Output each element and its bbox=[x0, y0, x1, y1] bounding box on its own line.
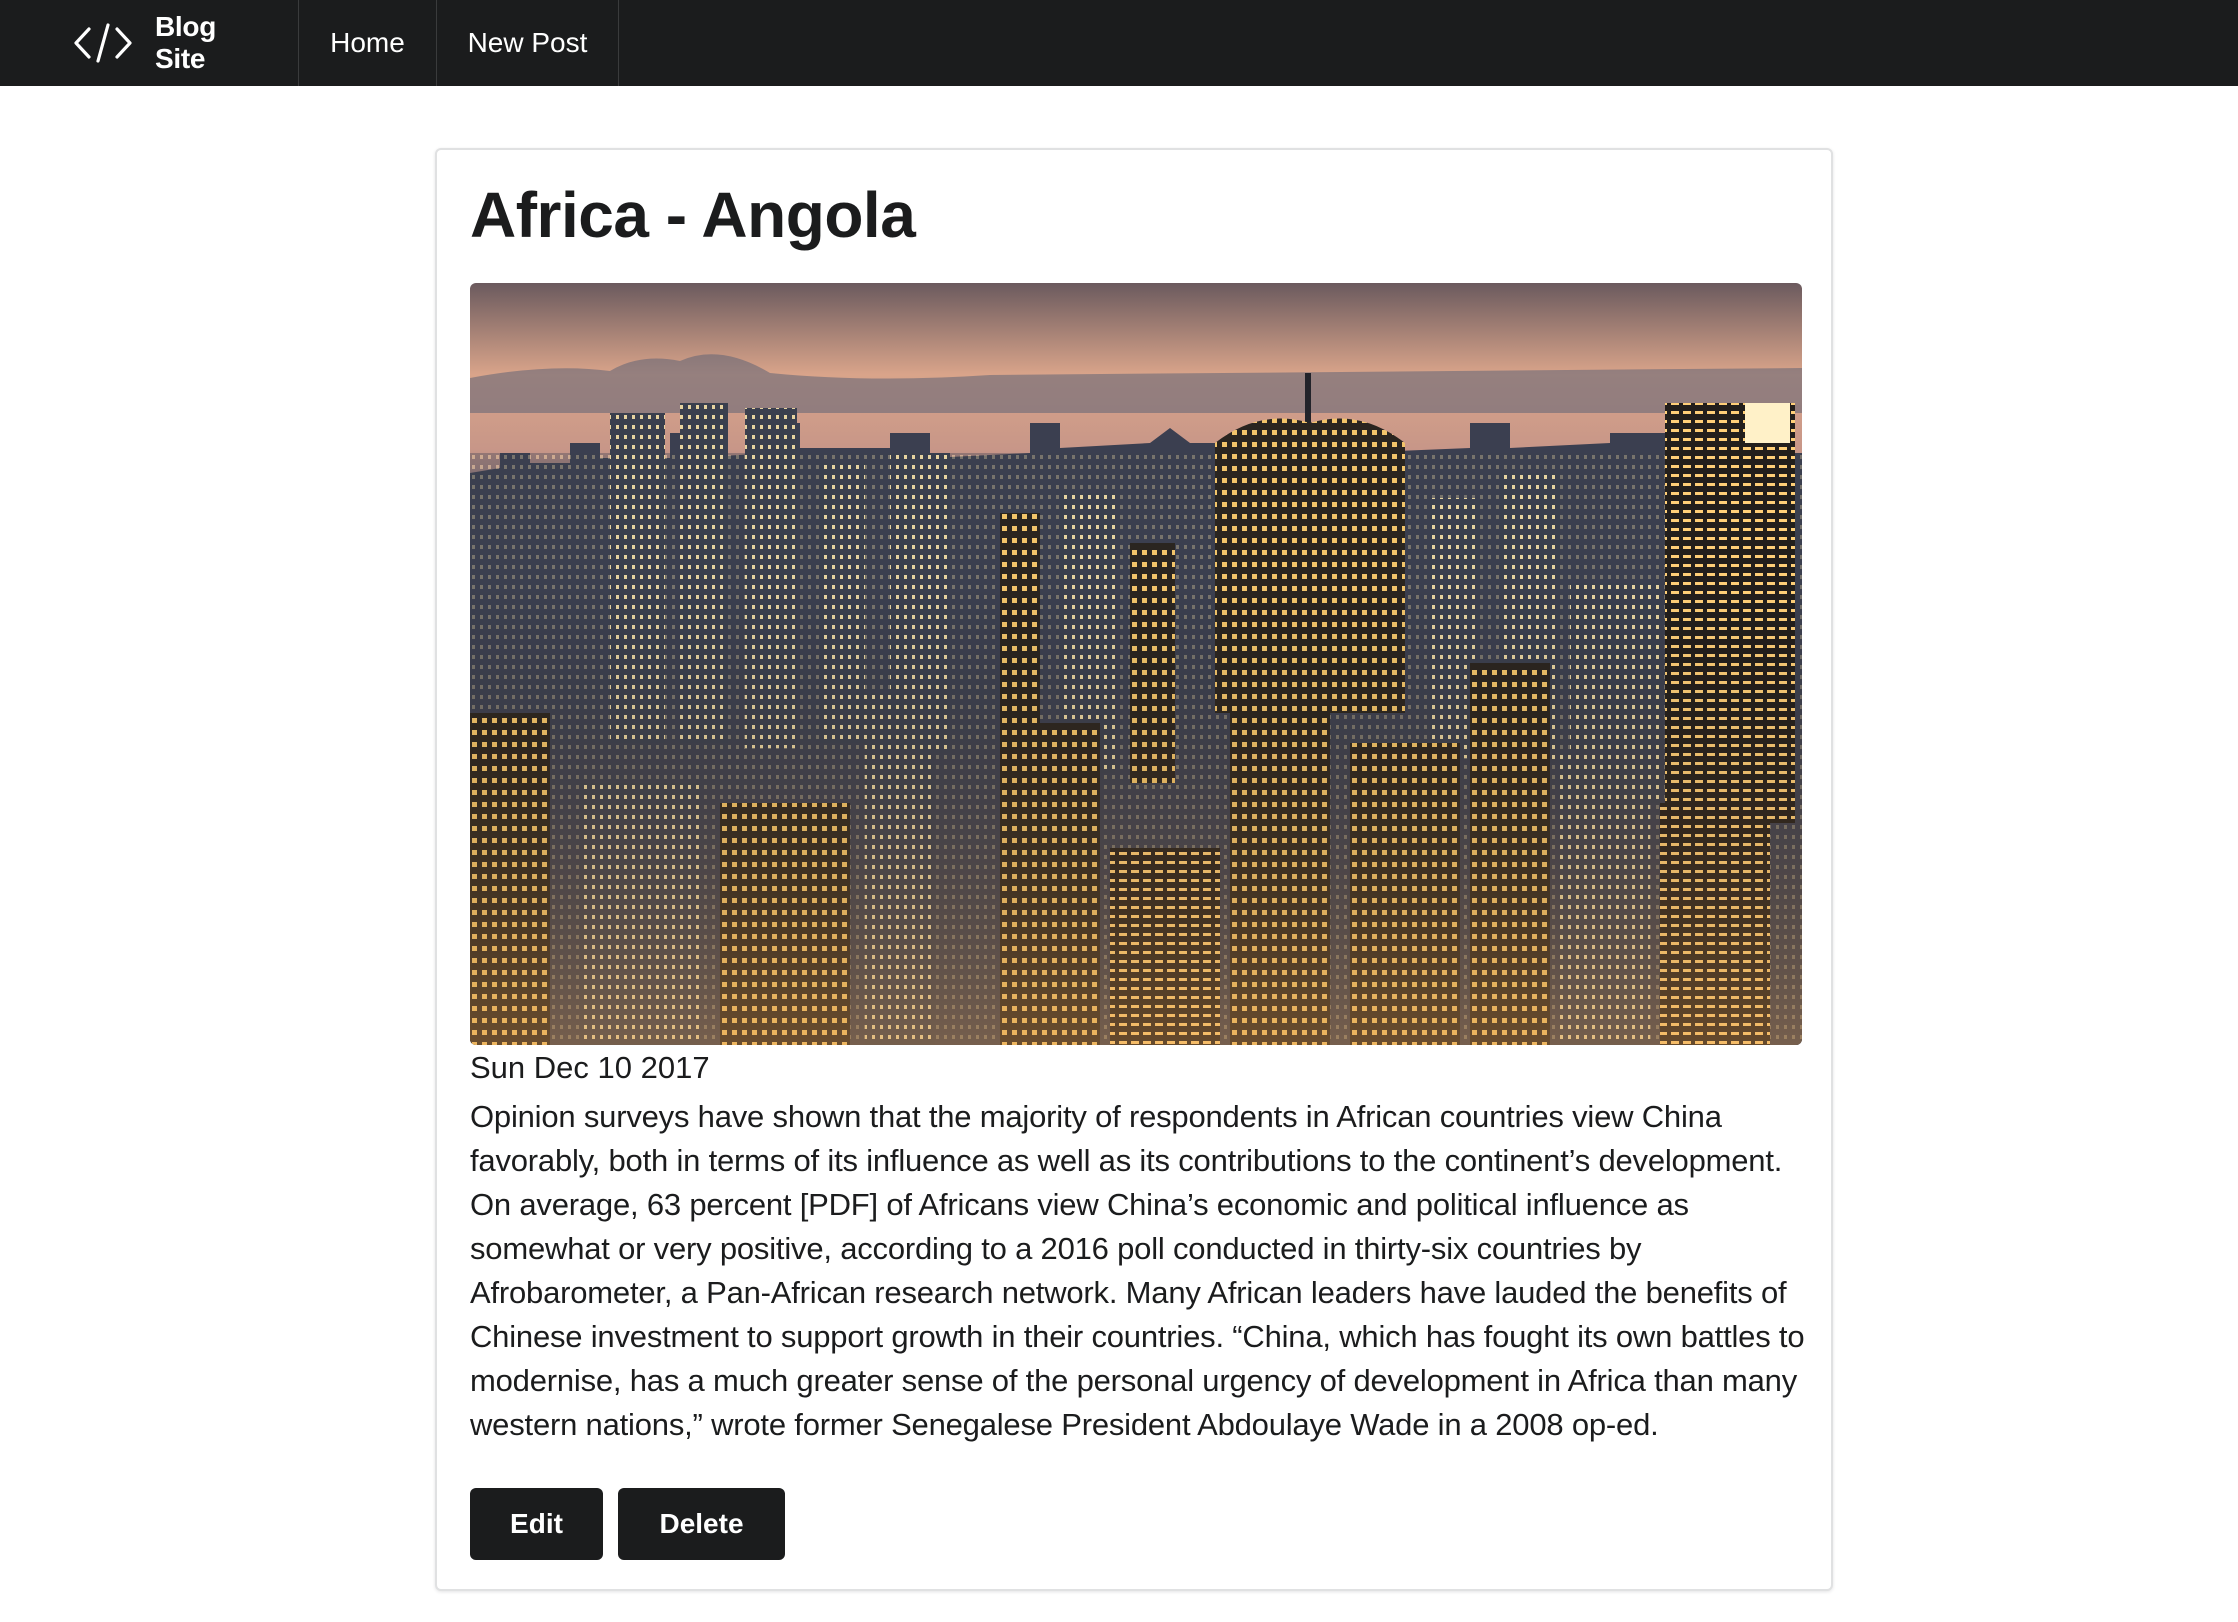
post-card: Africa - Angola Sun Dec 10 2017 Opinion … bbox=[435, 148, 1833, 1591]
delete-button[interactable]: Delete bbox=[618, 1488, 785, 1560]
nav-new-post-link[interactable]: New Post bbox=[437, 0, 619, 86]
code-icon bbox=[73, 21, 133, 65]
top-nav-bar: Blog Site Home New Post bbox=[0, 0, 2238, 86]
post-date: Sun Dec 10 2017 bbox=[470, 1050, 710, 1085]
brand-label: Blog Site bbox=[155, 11, 217, 74]
edit-button[interactable]: Edit bbox=[470, 1488, 603, 1560]
post-body: Opinion surveys have shown that the majo… bbox=[470, 1099, 1805, 1442]
post-title: Africa - Angola bbox=[470, 179, 916, 251]
brand-link[interactable]: Blog Site bbox=[0, 0, 299, 86]
post-image bbox=[470, 283, 1802, 1045]
nav-home-link[interactable]: Home bbox=[299, 0, 437, 86]
